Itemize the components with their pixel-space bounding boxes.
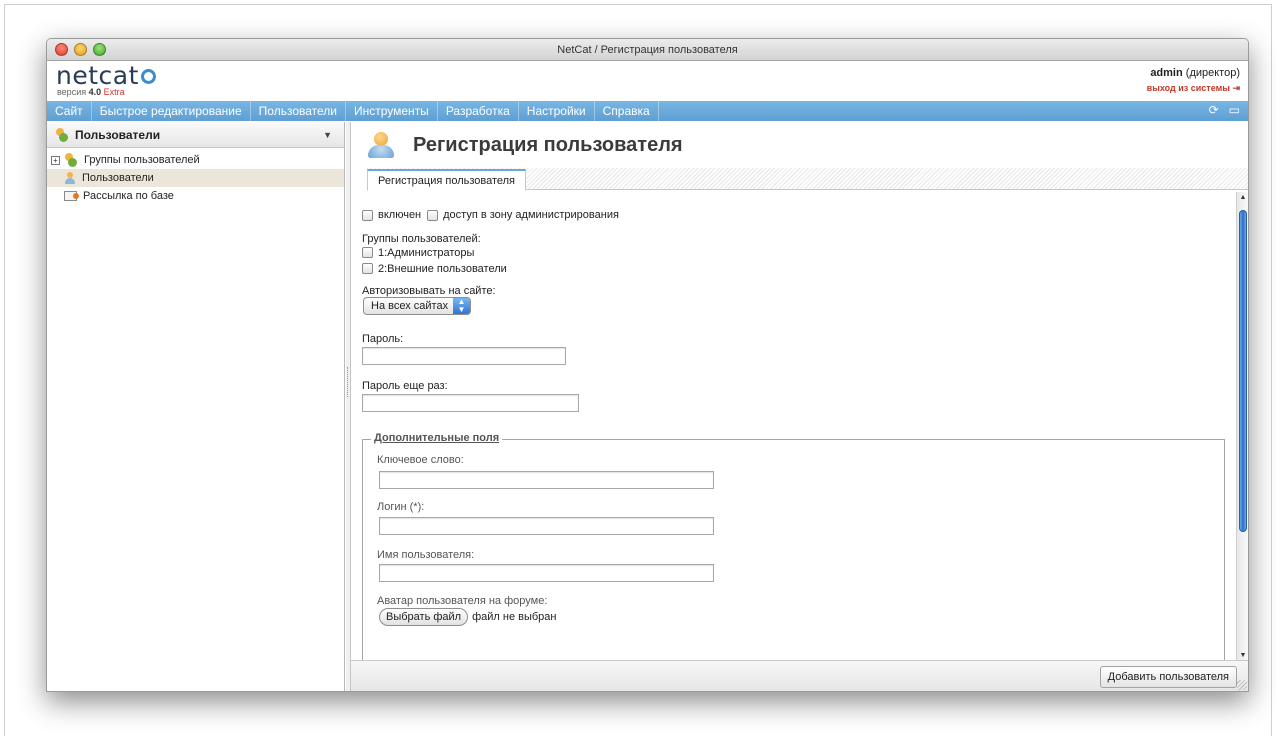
window-title: NetCat / Регистрация пользователя [557,44,738,56]
content-scrollbar[interactable]: ▲ ▼ [1236,192,1248,662]
group-admins-checkbox[interactable] [362,247,373,258]
sidebar-item-label: Рассылка по базе [83,190,174,202]
authorize-select[interactable]: На всех сайтах ▲ ▼ [363,297,471,315]
admin-access-label: доступ в зону администрирования [443,209,619,221]
menu-item-help[interactable]: Справка [595,101,659,121]
netcat-logo[interactable]: netcat [56,63,156,89]
chat-icon[interactable]: ▭ [1229,103,1240,117]
zoom-window-button[interactable] [93,43,106,56]
scroll-up-icon[interactable]: ▲ [1238,192,1248,204]
page-title: Регистрация пользователя [413,133,683,156]
username-label: Имя пользователя: [377,549,475,561]
group-row-external: 2:Внешние пользователи [362,263,507,275]
sidebar-tree: + Группы пользователей Пользователи Расс… [47,148,344,205]
tabs-bar: Регистрация пользователя [351,168,1248,191]
select-arrows-icon: ▲ ▼ [453,298,470,314]
sidebar-item-users[interactable]: Пользователи [47,169,344,187]
extra-fields: Дополнительные поля Ключевое слово: Логи… [362,432,1225,662]
group-row-admins: 1:Администраторы [362,247,474,259]
avatar-file-row: Выбрать файл файл не выбран [379,608,557,626]
status-checkboxes: включен доступ в зону администрирования [362,209,619,221]
expand-icon[interactable]: + [51,155,60,165]
user-name: admin [1150,67,1183,79]
menu-right-icons: ⟳ ▭ [1209,103,1240,117]
extra-fields-legend[interactable]: Дополнительные поля [371,432,503,444]
resize-grip-icon[interactable] [1237,680,1247,690]
logo-ring-icon [140,69,156,84]
sidebar-item-label: Группы пользователей [84,154,200,166]
logout-label: выход из системы [1146,83,1230,93]
scrollbar-thumb[interactable] [1239,210,1247,532]
keyword-label: Ключевое слово: [377,454,464,466]
tabs-left-fill [351,168,367,190]
users-group-icon [55,127,69,142]
sidebar-item-user-groups[interactable]: + Группы пользователей [47,151,344,169]
sidebar-title: Пользователи [75,127,161,142]
main-menu: Сайт Быстрое редактирование Пользователи… [47,101,1248,121]
choose-file-button[interactable]: Выбрать файл [379,608,469,626]
menu-item-settings[interactable]: Настройки [519,101,595,121]
menu-item-development[interactable]: Разработка [438,101,519,121]
logo-text: netcat [56,61,139,90]
login-input[interactable] [379,517,714,535]
current-user: admin (директор) [1147,67,1240,79]
sidebar: Пользователи ▼ + Группы пользователей По… [47,122,345,691]
user-icon [367,130,395,160]
mail-icon [64,191,79,201]
logout-link[interactable]: выход из системы ⇥ [1147,83,1240,94]
menu-item-tools[interactable]: Инструменты [346,101,438,121]
menu-item-quick-edit[interactable]: Быстрое редактирование [92,101,251,121]
window-controls [55,43,106,56]
form-content: включен доступ в зону администрирования … [351,192,1236,662]
app-window: NetCat / Регистрация пользователя netcat… [46,38,1249,692]
main-panel: Регистрация пользователя Регистрация пол… [351,122,1248,691]
version-prefix: версия [57,87,87,97]
password-input[interactable] [362,347,566,365]
menu-item-site[interactable]: Сайт [47,101,92,121]
sidebar-item-mailing[interactable]: Рассылка по базе [47,187,344,205]
version-info: версия 4.0 Extra [57,87,125,97]
username-input[interactable] [379,564,714,582]
close-window-button[interactable] [55,43,68,56]
password-label: Пароль: [362,333,404,345]
users-group-icon [64,153,78,167]
minimize-window-button[interactable] [74,43,87,56]
group-external-label: 2:Внешние пользователи [378,263,507,275]
refresh-icon[interactable]: ⟳ [1209,103,1219,117]
admin-access-checkbox[interactable] [427,209,439,221]
keyword-input[interactable] [379,471,714,489]
groups-label: Группы пользователей: [362,233,481,245]
add-user-button[interactable]: Добавить пользователя [1099,666,1237,688]
tab-registration[interactable]: Регистрация пользователя [367,169,527,191]
enabled-label: включен [378,209,422,221]
menu-item-users[interactable]: Пользователи [251,101,346,121]
login-label: Логин (*): [377,501,425,513]
password-again-input[interactable] [362,394,579,412]
sidebar-header[interactable]: Пользователи ▼ [47,122,344,148]
chevron-down-icon[interactable]: ▼ [323,130,332,140]
title-bar: NetCat / Регистрация пользователя [47,39,1248,61]
version-edition: Extra [103,87,125,97]
version-number: 4.0 [88,87,102,97]
page-header: Регистрация пользователя [351,122,1248,168]
avatar-label: Аватар пользователя на форуме: [377,595,548,607]
group-external-checkbox[interactable] [362,263,373,274]
enabled-checkbox[interactable] [362,209,373,221]
authorize-label: Авторизовывать на сайте: [362,285,496,297]
no-file-label: файл не выбран [472,611,557,623]
form-footer: Добавить пользователя [351,660,1248,691]
user-box: admin (директор) выход из системы ⇥ [1147,67,1240,94]
user-role: (директор) [1185,67,1240,79]
sidebar-item-label: Пользователи [82,172,154,184]
password-again-label: Пароль еще раз: [362,380,448,392]
app-header: netcat версия 4.0 Extra admin (директор)… [47,61,1248,101]
logout-icon: ⇥ [1232,83,1240,93]
group-admins-label: 1:Администраторы [378,247,475,259]
authorize-select-value: На всех сайтах [371,300,449,312]
user-icon [64,172,76,184]
